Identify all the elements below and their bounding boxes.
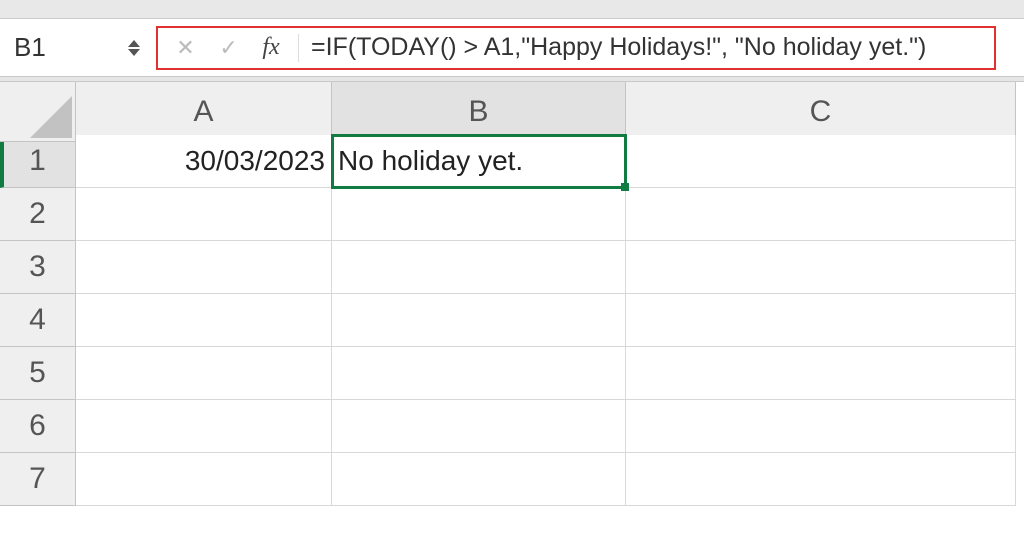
chevron-down-icon xyxy=(128,49,140,56)
select-all-corner[interactable] xyxy=(0,82,76,142)
cell-c7[interactable] xyxy=(626,453,1016,506)
cancel-icon[interactable]: ✕ xyxy=(176,35,194,61)
enter-icon[interactable]: ✓ xyxy=(219,35,237,61)
cell-b2[interactable] xyxy=(332,188,626,241)
row-header-1[interactable]: 1 xyxy=(0,135,76,188)
cell-c4[interactable] xyxy=(626,294,1016,347)
row-header-2[interactable]: 2 xyxy=(0,188,76,241)
cell-c3[interactable] xyxy=(626,241,1016,294)
cell-c2[interactable] xyxy=(626,188,1016,241)
cell-a4[interactable] xyxy=(76,294,332,347)
row-header-5[interactable]: 5 xyxy=(0,347,76,400)
cell-a2[interactable] xyxy=(76,188,332,241)
cell-a6[interactable] xyxy=(76,400,332,453)
cell-a1[interactable]: 30/03/2023 xyxy=(76,135,332,188)
formula-bar-highlight: ✕ ✓ fx =IF(TODAY() > A1,"Happy Holidays!… xyxy=(156,26,996,70)
cell-b5[interactable] xyxy=(332,347,626,400)
cell-b3[interactable] xyxy=(332,241,626,294)
col-header-c[interactable]: C xyxy=(626,82,1016,142)
cell-a5[interactable] xyxy=(76,347,332,400)
cell-b4[interactable] xyxy=(332,294,626,347)
formula-bar-buttons: ✕ ✓ fx xyxy=(158,34,298,61)
cell-c1[interactable] xyxy=(626,135,1016,188)
cell-b7[interactable] xyxy=(332,453,626,506)
name-box-stepper[interactable] xyxy=(128,25,148,71)
chevron-up-icon xyxy=(128,40,140,47)
row-header-6[interactable]: 6 xyxy=(0,400,76,453)
row-header-7[interactable]: 7 xyxy=(0,453,76,506)
row-header-3[interactable]: 3 xyxy=(0,241,76,294)
name-box[interactable]: B1 xyxy=(0,25,128,71)
window-top-strip xyxy=(0,0,1024,18)
col-header-b[interactable]: B xyxy=(332,82,626,142)
formula-bar-area: B1 ✕ ✓ fx =IF(TODAY() > A1,"Happy Holida… xyxy=(0,18,1024,76)
row-header-4[interactable]: 4 xyxy=(0,294,76,347)
formula-input[interactable]: =IF(TODAY() > A1,"Happy Holidays!", "No … xyxy=(299,33,994,62)
fx-button[interactable]: fx xyxy=(262,34,279,61)
col-header-a[interactable]: A xyxy=(76,82,332,142)
cell-c6[interactable] xyxy=(626,400,1016,453)
cell-b6[interactable] xyxy=(332,400,626,453)
cell-a3[interactable] xyxy=(76,241,332,294)
spreadsheet-grid[interactable]: A B C 1 30/03/2023 No holiday yet. 2 3 4… xyxy=(0,82,1024,506)
cell-a7[interactable] xyxy=(76,453,332,506)
cell-c5[interactable] xyxy=(626,347,1016,400)
cell-b1[interactable]: No holiday yet. xyxy=(332,135,626,188)
